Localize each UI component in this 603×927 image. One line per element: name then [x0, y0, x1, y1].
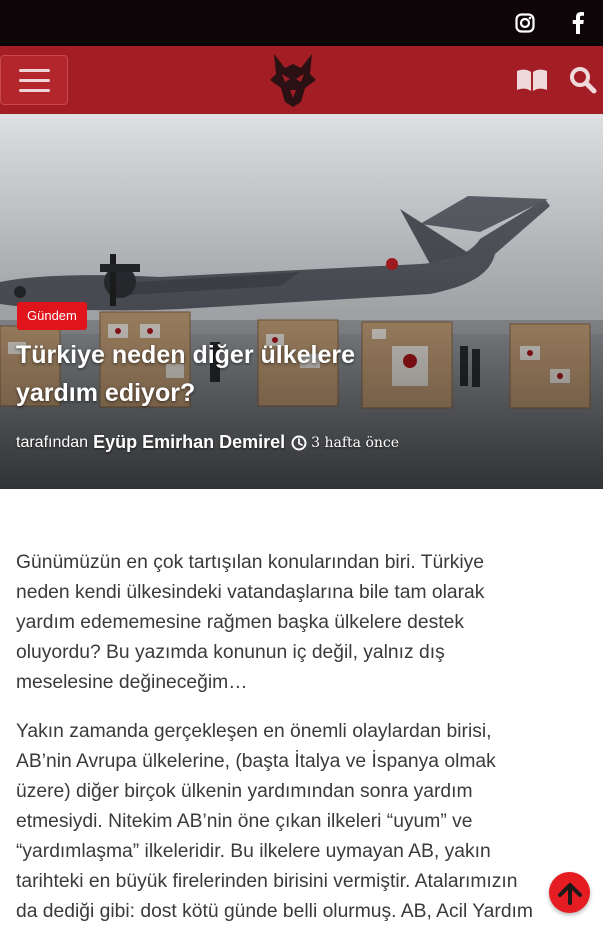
site-header: [0, 46, 603, 114]
paragraph-line: “yardımlaşma” ilkeleridir. Bu ilkelere u…: [16, 841, 491, 862]
paragraph-line: tarihteki en büyük firelerinden birisini…: [16, 871, 518, 892]
article-paragraph: Yakın zamanda gerçekleşen en önemli olay…: [16, 717, 591, 927]
paragraph-line: üzere) diğer birçok ülkenin yardımından …: [16, 781, 473, 802]
book-icon[interactable]: [516, 65, 548, 95]
paragraph-line: AB’nin Avrupa ülkelerine, (başta İtalya …: [16, 751, 496, 772]
byline: tarafından Eyüp Emirhan Demirel 3 hafta …: [16, 432, 399, 453]
paragraph-line: neden kendi ülkesindeki vatandaşlarına b…: [16, 582, 485, 603]
article-body: Günümüzün en çok tartışılan konularından…: [16, 548, 591, 927]
hamburger-line: [19, 89, 50, 92]
byline-prefix: tarafından: [16, 433, 89, 451]
paragraph-line: etmesiydi. Nitekim AB’nin öne çıkan ilke…: [16, 811, 473, 832]
paragraph-line: da dediği gibi: dost kötü günde belli ol…: [16, 901, 533, 922]
facebook-icon[interactable]: [566, 11, 590, 35]
instagram-icon[interactable]: [513, 11, 537, 35]
search-icon[interactable]: [567, 65, 599, 95]
publish-time: 3 hafta önce: [311, 434, 400, 451]
article-paragraph: Günümüzün en çok tartışılan konularından…: [16, 548, 591, 698]
category-badge[interactable]: Gündem: [17, 302, 87, 330]
article-title[interactable]: Türkiye neden diğer ülkelere yardım ediy…: [16, 336, 416, 412]
top-social-bar: [0, 0, 603, 46]
author-link[interactable]: Eyüp Emirhan Demirel: [93, 432, 285, 453]
menu-button[interactable]: [0, 55, 68, 105]
paragraph-line: Günümüzün en çok tartışılan konularından…: [16, 552, 484, 573]
paragraph-line: yardım edememesine rağmen başka ülkelere…: [16, 612, 464, 633]
paragraph-line: meselesine değineceğim…: [16, 672, 248, 693]
hero-featured-image[interactable]: Gündem Türkiye neden diğer ülkelere yard…: [0, 114, 603, 489]
hamburger-line: [19, 79, 50, 82]
arrow-up-icon: [557, 882, 582, 905]
hamburger-line: [19, 69, 50, 72]
wolf-logo[interactable]: [268, 52, 318, 108]
paragraph-line: oluyordu? Bu yazımda konunun iç değil, y…: [16, 642, 445, 663]
scroll-to-top-button[interactable]: [549, 872, 590, 913]
paragraph-line: Yakın zamanda gerçekleşen en önemli olay…: [16, 721, 492, 742]
clock-icon: [291, 435, 307, 451]
